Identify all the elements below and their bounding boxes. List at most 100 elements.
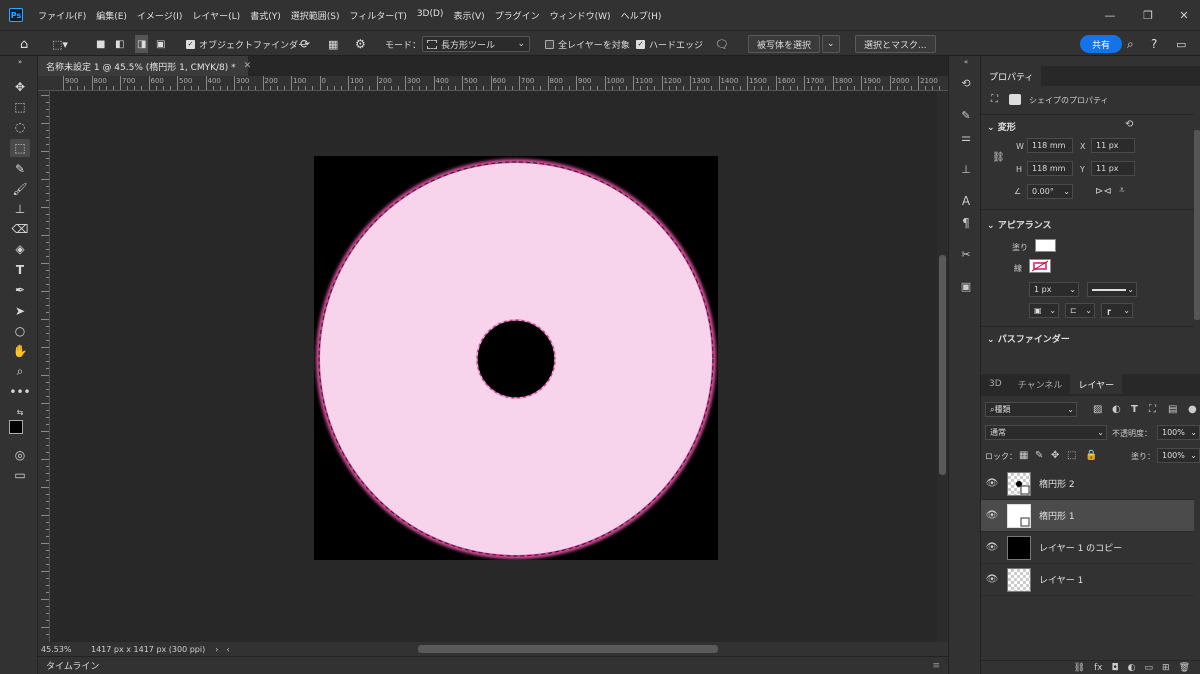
- filter-adjustment-icon[interactable]: ◐: [1112, 404, 1121, 415]
- menu-item[interactable]: 3D(D): [412, 9, 449, 22]
- zoom-level[interactable]: 45.53%: [41, 645, 85, 654]
- panel-menu-icon[interactable]: ≡: [932, 661, 940, 671]
- eye-icon[interactable]: 👁: [981, 574, 1003, 585]
- menu-item[interactable]: 編集(E): [91, 9, 132, 22]
- link-icon[interactable]: ⛓: [992, 152, 1005, 163]
- layer-row[interactable]: 👁 楕円形 1: [981, 500, 1194, 532]
- home-icon[interactable]: ⌂: [20, 35, 28, 53]
- paragraph-icon[interactable]: ¶: [957, 214, 975, 232]
- group-icon[interactable]: ▭: [1145, 663, 1154, 673]
- document-tab[interactable]: 名称未設定 1 @ 45.5% (楕円形 1, CMYK/8) * ✕: [38, 56, 251, 76]
- marquee-tool-icon[interactable]: ⬚: [10, 98, 30, 116]
- brush-settings-icon[interactable]: ✎: [957, 106, 975, 124]
- stroke-type-dropdown[interactable]: ⌄: [1087, 282, 1137, 297]
- vertical-scroll-thumb[interactable]: [939, 255, 946, 475]
- tools-icon[interactable]: ✂: [957, 245, 975, 263]
- horizontal-ruler[interactable]: 900 800 700 600 500 400 300 200 100 0 100 200 300 400…: [38, 76, 948, 91]
- swap-colors-icon[interactable]: ⇆: [10, 403, 30, 421]
- hand-tool-icon[interactable]: ✋: [10, 342, 30, 360]
- flip-vertical-icon[interactable]: ⩡: [1119, 185, 1125, 196]
- stroke-swatch[interactable]: [1029, 259, 1051, 273]
- layer-row[interactable]: 👁 楕円形 2: [981, 468, 1194, 500]
- appearance-header[interactable]: ⌄ アピアランス: [987, 218, 1052, 231]
- menu-item[interactable]: 表示(V): [448, 9, 489, 22]
- object-selection-tool-icon[interactable]: ⬚: [10, 139, 30, 157]
- restore-icon[interactable]: ❐: [1130, 0, 1166, 30]
- filter-pixel-icon[interactable]: ▨: [1093, 404, 1102, 415]
- menu-item[interactable]: ファイル(F): [33, 9, 91, 22]
- link-layers-icon[interactable]: ⛓: [1074, 663, 1085, 673]
- select-mask-button[interactable]: 選択とマスク...: [855, 35, 936, 53]
- quick-mask-icon[interactable]: ◎: [10, 446, 30, 464]
- share-button[interactable]: 共有: [1080, 35, 1123, 53]
- trash-icon[interactable]: 🗑: [1179, 663, 1190, 673]
- opacity-field[interactable]: 100% ⌄: [1157, 425, 1200, 440]
- select-subject-button[interactable]: 被写体を選択: [748, 35, 821, 53]
- lock-all-icon[interactable]: 🔒: [1085, 450, 1097, 461]
- fx-icon[interactable]: fx: [1094, 663, 1103, 673]
- foreground-color[interactable]: [9, 420, 23, 434]
- filter-shape-icon[interactable]: ⛶: [1149, 404, 1156, 415]
- eyedropper-tool-icon[interactable]: ✎: [10, 160, 30, 178]
- layer-filter-dropdown[interactable]: ⌕ 種類 ⌄: [985, 402, 1077, 417]
- timeline-panel[interactable]: タイムライン ≡: [38, 656, 948, 674]
- type-tool-icon[interactable]: T: [10, 261, 30, 279]
- reset-icon[interactable]: ⟲: [1125, 119, 1133, 130]
- lock-artboard-icon[interactable]: ⬚: [1067, 450, 1076, 461]
- lasso-tool-icon[interactable]: ◌: [10, 118, 30, 136]
- layer-row[interactable]: 👁 レイヤー 1 のコピー: [981, 532, 1194, 564]
- zoom-tool-icon[interactable]: ⌕: [10, 362, 30, 380]
- scroll-left-icon[interactable]: ‹: [226, 645, 229, 654]
- blend-mode-dropdown[interactable]: 通常 ⌄: [985, 425, 1107, 440]
- stroke-align-dropdown[interactable]: ▣ ⌄: [1029, 303, 1059, 318]
- filter-toggle-icon[interactable]: ●: [1188, 404, 1197, 415]
- screen-mode-icon[interactable]: ▭: [10, 466, 30, 484]
- angle-field[interactable]: 0.00° ⌄: [1027, 184, 1073, 199]
- add-mask-icon[interactable]: ◘: [1112, 663, 1119, 673]
- lock-position-icon[interactable]: ✥: [1051, 450, 1059, 461]
- eye-icon[interactable]: 👁: [981, 542, 1003, 553]
- menu-item[interactable]: フィルター(T): [344, 9, 411, 22]
- artboard[interactable]: [314, 156, 718, 560]
- collapse-icon[interactable]: «: [957, 58, 975, 66]
- feedback-icon[interactable]: 🗨: [715, 35, 729, 53]
- mode-dropdown[interactable]: 長方形ツール ⌄: [422, 35, 530, 53]
- stroke-cap-dropdown[interactable]: ⊏ ⌄: [1065, 303, 1095, 318]
- menu-item[interactable]: ヘルプ(H): [616, 9, 667, 22]
- more-tools-icon[interactable]: •••: [9, 383, 30, 401]
- path-selection-tool-icon[interactable]: ➤: [10, 302, 30, 320]
- intersect-selection-icon[interactable]: ▣: [156, 35, 165, 53]
- menu-item[interactable]: 選択範囲(S): [286, 9, 345, 22]
- lock-transparency-icon[interactable]: ▦: [1019, 450, 1028, 461]
- menu-item[interactable]: ウィンドウ(W): [545, 9, 616, 22]
- mode-select[interactable]: 長方形ツール ⌄: [422, 36, 530, 52]
- object-selection-tool-icon[interactable]: ⬚▾: [52, 35, 68, 53]
- pen-tool-icon[interactable]: ✒: [10, 281, 30, 299]
- tab-layers[interactable]: レイヤー: [1070, 374, 1123, 394]
- new-layer-icon[interactable]: ⊞: [1162, 663, 1170, 673]
- refresh-icon[interactable]: ⟳: [300, 35, 310, 53]
- menu-item[interactable]: レイヤー(L): [187, 9, 245, 22]
- minimize-icon[interactable]: —: [1092, 0, 1128, 30]
- tab-properties[interactable]: プロパティ: [981, 66, 1042, 86]
- all-layers-checkbox[interactable]: 全レイヤーを対象: [545, 35, 630, 53]
- menu-item[interactable]: プラグイン: [490, 9, 545, 22]
- subtract-selection-icon[interactable]: ◨: [135, 35, 149, 53]
- flip-horizontal-icon[interactable]: ⊳⊲: [1095, 186, 1112, 197]
- gear-icon[interactable]: ⚙: [355, 35, 366, 53]
- close-icon[interactable]: ✕: [1166, 0, 1200, 30]
- eye-icon[interactable]: 👁: [981, 510, 1003, 521]
- object-finder-checkbox[interactable]: ✓ オブジェクトファインダー: [186, 35, 307, 53]
- clone-source-icon[interactable]: ⊥: [957, 160, 975, 178]
- show-objects-icon[interactable]: ▦: [328, 35, 338, 53]
- new-selection-icon[interactable]: ■: [96, 35, 105, 53]
- filter-type-icon[interactable]: T: [1131, 404, 1138, 415]
- collapse-icon[interactable]: »: [10, 58, 30, 66]
- select-subject-dropdown[interactable]: ⌄: [822, 35, 840, 53]
- eye-icon[interactable]: 👁: [981, 478, 1003, 489]
- properties-scrollbar[interactable]: [1194, 130, 1200, 320]
- menu-item[interactable]: イメージ(I): [132, 9, 188, 22]
- lock-image-icon[interactable]: ✎: [1035, 450, 1043, 461]
- tab-3d[interactable]: 3D: [981, 374, 1010, 394]
- menu-item[interactable]: 書式(Y): [245, 9, 286, 22]
